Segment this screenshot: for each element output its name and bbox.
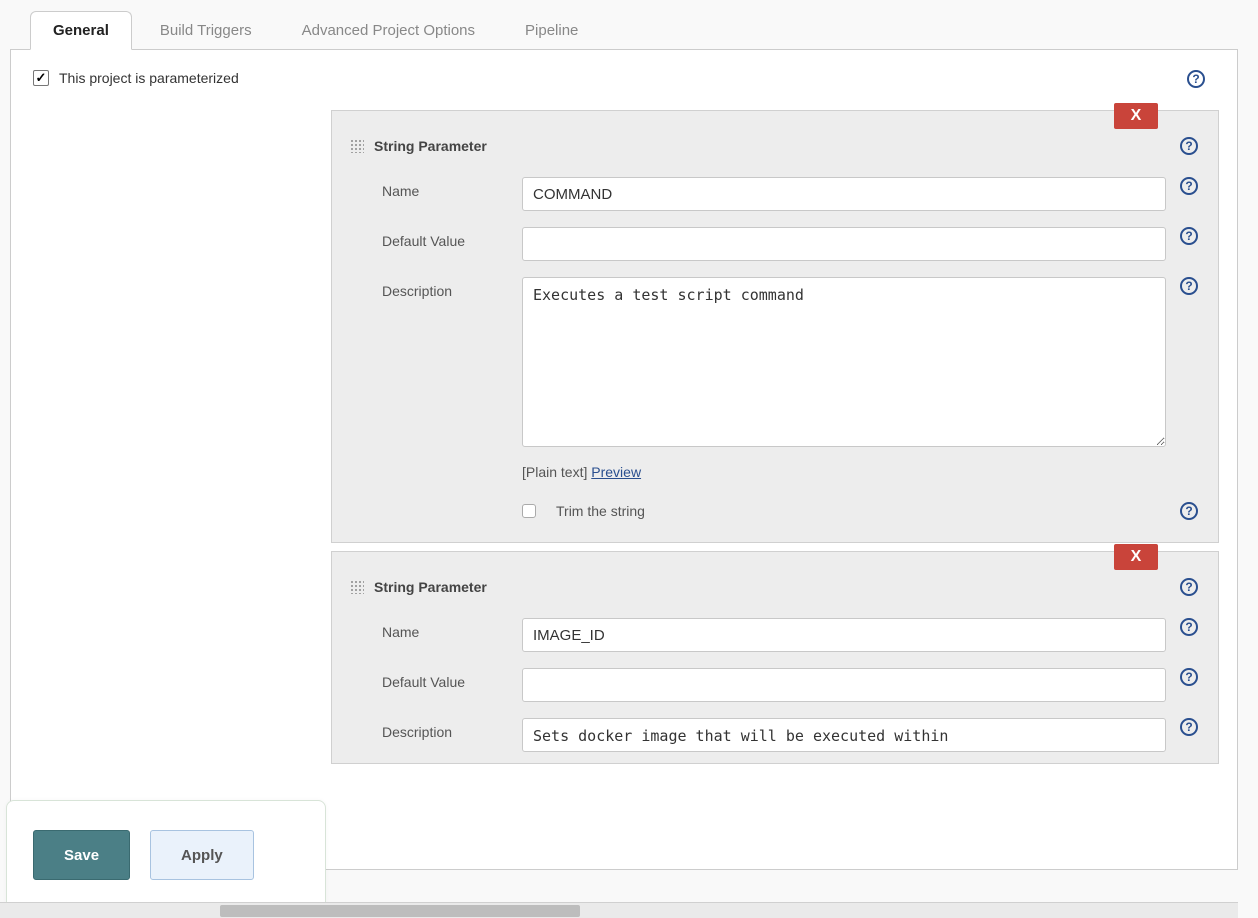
field-row-default: Default Value [332,219,1218,269]
config-tabs: General Build Triggers Advanced Project … [10,10,1238,50]
parameter-header: String Parameter [332,552,1218,610]
tab-advanced-project-options[interactable]: Advanced Project Options [280,12,497,49]
field-row-description: Description [332,269,1218,458]
parameter-type-label: String Parameter [374,579,487,595]
help-icon[interactable] [1180,578,1198,596]
help-icon[interactable] [1187,70,1205,88]
default-value-label: Default Value [382,668,522,690]
name-label: Name [382,618,522,640]
general-panel: This project is parameterized X String P… [10,50,1238,870]
help-icon[interactable] [1180,177,1198,195]
action-bar: Save Apply [6,800,326,910]
description-textarea[interactable] [522,718,1166,752]
help-icon[interactable] [1180,227,1198,245]
delete-parameter-button[interactable]: X [1114,103,1158,129]
plain-text-label: [Plain text] [522,464,587,480]
name-label: Name [382,177,522,199]
description-label: Description [382,718,522,740]
default-value-input[interactable] [522,668,1166,702]
help-icon[interactable] [1180,137,1198,155]
apply-button[interactable]: Apply [150,830,254,880]
parameter-type-label: String Parameter [374,138,487,154]
horizontal-scrollbar[interactable] [0,902,1238,918]
name-input[interactable] [522,618,1166,652]
description-label: Description [382,277,522,299]
tab-pipeline[interactable]: Pipeline [503,12,600,49]
default-value-input[interactable] [522,227,1166,261]
field-row-description: Description [332,710,1218,763]
parameterized-checkbox[interactable] [33,70,49,86]
drag-handle-icon[interactable] [350,139,364,153]
save-button[interactable]: Save [33,830,130,880]
help-icon[interactable] [1180,718,1198,736]
parameter-block: X String Parameter Name Default Value [331,551,1219,764]
help-icon[interactable] [1180,277,1198,295]
description-hint: [Plain text] Preview [332,458,1218,484]
name-input[interactable] [522,177,1166,211]
description-textarea[interactable] [522,277,1166,447]
parameterized-label: This project is parameterized [59,70,239,86]
trim-checkbox[interactable] [522,504,536,518]
help-icon[interactable] [1180,668,1198,686]
field-row-name: Name [332,169,1218,219]
field-row-default: Default Value [332,660,1218,710]
parameters-area: X String Parameter Name Default Value [331,110,1219,764]
drag-handle-icon[interactable] [350,580,364,594]
parameter-block: X String Parameter Name Default Value [331,110,1219,543]
help-icon[interactable] [1180,618,1198,636]
trim-row: Trim the string [332,484,1218,542]
trim-label: Trim the string [556,503,645,519]
default-value-label: Default Value [382,227,522,249]
tab-general[interactable]: General [30,11,132,50]
field-row-name: Name [332,610,1218,660]
parameter-header: String Parameter [332,111,1218,169]
preview-link[interactable]: Preview [591,464,641,480]
parameterized-row: This project is parameterized [11,64,1237,110]
delete-parameter-button[interactable]: X [1114,544,1158,570]
help-icon[interactable] [1180,502,1198,520]
tab-build-triggers[interactable]: Build Triggers [138,12,274,49]
scrollbar-thumb[interactable] [220,905,580,917]
